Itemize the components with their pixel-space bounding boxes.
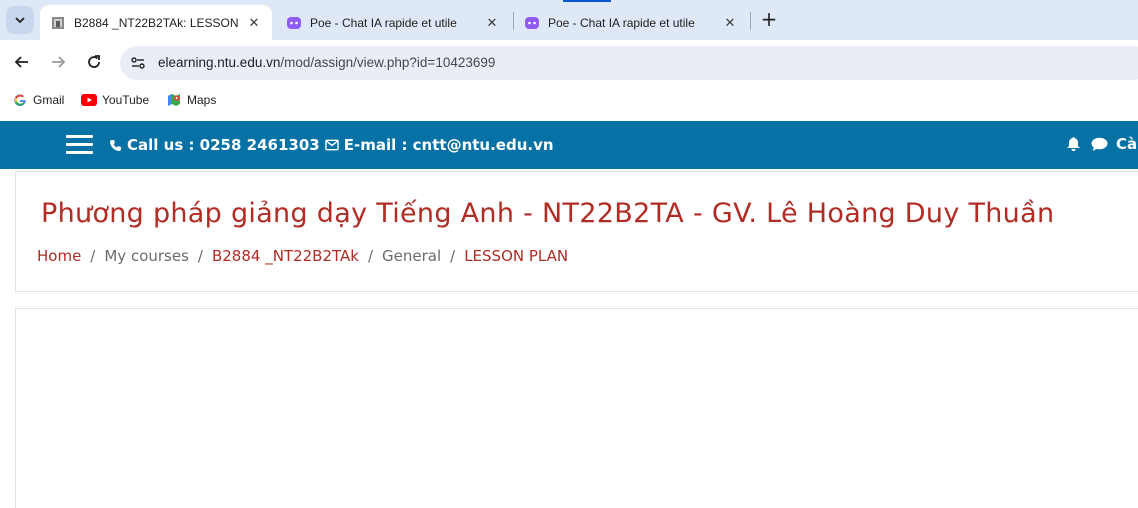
tab-drag-indicator [563,0,611,2]
menu-toggle-button[interactable] [66,135,93,155]
hamburger-line [66,143,93,146]
breadcrumb-separator: / [367,247,374,265]
poe-favicon-icon [286,15,302,31]
arrow-left-icon [14,56,28,68]
browser-toolbar: elearning.ntu.edu.vn/mod/assign/view.php… [0,40,1138,85]
url-path: /mod/assign/view.php?id=10423699 [280,55,496,70]
tab-title: B2884 _NT22B2TAk: LESSON PLAN [74,15,238,30]
main-content-card [15,308,1138,508]
url-host: elearning.ntu.edu.vn [158,55,281,70]
breadcrumb-course[interactable]: B2884 _NT22B2TAk [212,247,359,265]
reload-button[interactable] [82,50,106,74]
contact-info: Call us : 0258 2461303 E-mail : cntt@ntu… [108,136,554,154]
breadcrumb-my-courses[interactable]: My courses [104,247,189,265]
breadcrumb-separator: / [90,247,96,265]
url-text: elearning.ntu.edu.vn/mod/assign/view.php… [158,55,495,70]
hamburger-line [66,151,93,154]
page-header-card: Phương pháp giảng dạy Tiếng Anh - NT22B2… [15,171,1138,292]
site-navbar: Call us : 0258 2461303 E-mail : cntt@ntu… [0,121,1138,169]
youtube-icon [81,92,97,108]
forward-button[interactable] [46,50,70,74]
breadcrumb-separator: / [450,247,456,265]
bookmark-label: Maps [187,93,217,107]
arrow-right-icon [52,56,66,68]
tab-poe-1[interactable]: Poe - Chat IA rapide et utile ✕ [276,5,510,40]
tab-close-icon[interactable]: ✕ [246,15,262,31]
phone-icon [108,138,122,152]
bookmark-gmail[interactable]: Gmail [12,92,64,108]
tab-close-icon[interactable]: ✕ [484,15,500,31]
poe-favicon-icon [524,15,540,31]
tab-poe-2[interactable]: Poe - Chat IA rapide et utile ✕ [514,5,748,40]
hamburger-line [66,135,93,138]
bookmark-label: Gmail [33,93,65,107]
breadcrumb-home[interactable]: Home [37,247,81,265]
bookmarks-bar: Gmail YouTube Maps [0,85,1138,115]
breadcrumb-current[interactable]: LESSON PLAN [464,247,568,265]
chevron-down-icon [15,17,25,24]
tab-title: Poe - Chat IA rapide et utile [310,15,457,30]
site-settings-icon[interactable] [130,55,146,71]
tab-lesson-plan[interactable]: B2884 _NT22B2TAk: LESSON PLAN ✕ [40,5,272,40]
moodle-favicon-icon [50,15,66,31]
breadcrumb-separator: / [197,247,203,265]
address-bar[interactable]: elearning.ntu.edu.vn/mod/assign/view.php… [120,46,1138,80]
breadcrumb-section[interactable]: General [382,247,441,265]
mail-icon [324,138,339,152]
tab-separator [750,12,751,30]
google-icon [12,92,28,108]
tab-search-button[interactable] [6,6,34,34]
page-title: Phương pháp giảng dạy Tiếng Anh - NT22B2… [41,198,1055,229]
back-button[interactable] [10,50,34,74]
breadcrumb: Home / My courses / B2884 _NT22B2TAk / G… [37,247,568,265]
tab-title: Poe - Chat IA rapide et utile [548,15,695,30]
new-tab-button[interactable]: + [758,7,780,31]
navbar-right: Cài [1064,135,1138,153]
settings-label[interactable]: Cài [1116,135,1138,153]
chat-icon[interactable] [1090,135,1108,153]
browser-tab-strip: B2884 _NT22B2TAk: LESSON PLAN ✕ Poe - Ch… [0,0,1138,40]
email-text: E-mail : cntt@ntu.edu.vn [343,136,554,154]
reload-icon [88,55,100,68]
bookmark-maps[interactable]: Maps [166,92,216,108]
maps-icon [166,92,182,108]
bell-icon[interactable] [1064,135,1082,153]
bookmark-label: YouTube [102,93,150,107]
tab-close-icon[interactable]: ✕ [722,15,738,31]
bookmark-youtube[interactable]: YouTube [81,92,149,108]
phone-text: Call us : 0258 2461303 [127,136,320,154]
